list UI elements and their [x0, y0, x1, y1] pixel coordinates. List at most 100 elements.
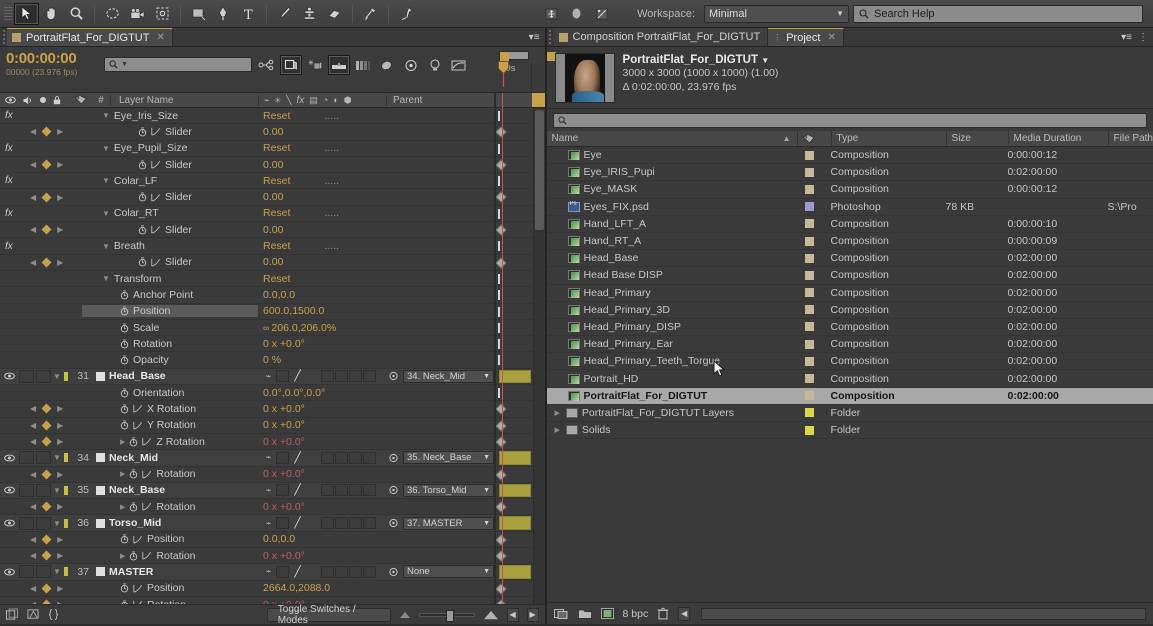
property-name[interactable]: Rotation: [82, 599, 258, 604]
twirl-icon[interactable]: ▶: [120, 552, 125, 560]
pen-tool-icon[interactable]: [211, 3, 236, 25]
timeline-tab-grip[interactable]: [0, 28, 7, 46]
prev-keyframe-icon[interactable]: ◀: [30, 470, 36, 479]
solo-toggle[interactable]: [36, 483, 51, 497]
keyframe-diamond-icon[interactable]: [41, 583, 52, 594]
layer-switch[interactable]: [276, 451, 289, 464]
keyframe-marker[interactable]: [495, 550, 507, 562]
label-color-swatch[interactable]: [804, 339, 814, 349]
graph-icon[interactable]: [142, 470, 152, 479]
timeline-search-input[interactable]: ▼: [104, 57, 252, 72]
quality-icon[interactable]: ╱: [290, 452, 305, 464]
parent-cell[interactable]: None ▼: [386, 565, 494, 579]
label-color-swatch[interactable]: [63, 567, 68, 577]
layer-switch[interactable]: [349, 484, 362, 497]
property-row[interactable]: fx ▼ Breath Reset.....: [0, 238, 494, 255]
property-name[interactable]: ▼ Eye_Pupil_Size: [82, 142, 258, 154]
solo-toggle[interactable]: [36, 369, 51, 383]
keyframe-marker[interactable]: [495, 582, 507, 595]
brush-panel-icon[interactable]: [589, 3, 614, 25]
stopwatch-icon[interactable]: [120, 534, 129, 544]
layer-switch[interactable]: [321, 484, 334, 497]
keyframe-marker[interactable]: [495, 191, 507, 204]
label-color-swatch[interactable]: [804, 408, 814, 418]
timeline-vertical-scrollbar[interactable]: [532, 108, 545, 604]
list-item[interactable]: Hand_LFT_A Composition 0:00:00:10: [546, 216, 1153, 233]
brainstorm-icon[interactable]: [424, 55, 446, 75]
keyframe-nav[interactable]: ◀▶: [26, 224, 82, 235]
property-name[interactable]: Slider: [82, 126, 258, 138]
av-switches[interactable]: ▼: [0, 564, 70, 579]
parent-dropdown[interactable]: 34. Neck_Mid ▼: [403, 369, 494, 383]
prev-keyframe-icon[interactable]: ◀: [30, 258, 36, 267]
label-color-swatch[interactable]: [804, 202, 814, 212]
property-name[interactable]: ▼ Colar_RT: [82, 207, 258, 219]
prev-keyframe-icon[interactable]: ◀: [30, 437, 36, 446]
property-name[interactable]: Anchor Point: [82, 289, 258, 301]
toolbar-grip[interactable]: [4, 4, 12, 24]
next-keyframe-icon[interactable]: ▶: [57, 127, 63, 136]
av-switches[interactable]: ▼: [0, 515, 70, 530]
layer-switch[interactable]: [276, 484, 289, 497]
effects-fx-icon[interactable]: fx: [0, 241, 26, 252]
layer-switch[interactable]: [335, 451, 348, 464]
delete-icon[interactable]: [657, 607, 669, 620]
graph-icon[interactable]: [151, 193, 161, 202]
next-keyframe-icon[interactable]: ▶: [57, 258, 63, 267]
keyframe-marker[interactable]: [495, 403, 507, 416]
layer-switch[interactable]: [276, 370, 289, 383]
av-switches[interactable]: ▼: [0, 369, 70, 384]
property-value[interactable]: 0.00: [258, 256, 386, 269]
layer-switch[interactable]: [349, 517, 362, 530]
twirl-icon[interactable]: ▶: [555, 426, 560, 434]
graph-icon[interactable]: [151, 225, 161, 234]
parent-dropdown[interactable]: None ▼: [403, 565, 494, 579]
solo-toggle[interactable]: [36, 451, 51, 465]
item-label-cell[interactable]: [797, 391, 831, 401]
label-color-swatch[interactable]: [804, 288, 814, 298]
property-value[interactable]: 0.00: [258, 125, 386, 138]
layer-name[interactable]: Neck_Base: [94, 484, 258, 496]
property-name[interactable]: ▼ Eye_Iris_Size: [82, 110, 258, 122]
keyframe-nav[interactable]: ◀▶: [26, 583, 82, 594]
keyframe-diamond-icon[interactable]: [41, 550, 52, 561]
parent-dropdown[interactable]: 36. Torso_Mid ▼: [403, 483, 494, 497]
twirl-icon[interactable]: ▼: [102, 176, 110, 185]
keyframe-diamond-icon[interactable]: [41, 257, 52, 268]
stopwatch-icon[interactable]: [129, 502, 138, 512]
keyframe-diamond-icon[interactable]: [41, 404, 52, 414]
item-label-cell[interactable]: [797, 167, 831, 177]
tab-project[interactable]: ⋮ Project ✕: [768, 28, 844, 46]
parent-cell[interactable]: 34. Neck_Mid ▼: [386, 369, 494, 383]
graph-icon[interactable]: [151, 258, 161, 267]
stopwatch-icon[interactable]: [120, 388, 129, 398]
graph-icon[interactable]: [151, 127, 161, 136]
hide-shy-layers-icon[interactable]: ✳: [304, 55, 326, 75]
keyframe-marker[interactable]: [495, 126, 507, 138]
keyframe-marker[interactable]: [495, 501, 507, 513]
keyframe-nav[interactable]: ◀▶: [26, 599, 82, 604]
roto-brush-tool-icon[interactable]: [358, 3, 383, 25]
property-name[interactable]: Position: [82, 305, 258, 318]
paint-swatch-icon[interactable]: [564, 3, 589, 25]
item-name-cell[interactable]: Head_Primary_3D: [547, 304, 797, 316]
property-value[interactable]: 0.0°,0.0°,0.0°: [258, 386, 386, 399]
parent-dropdown[interactable]: 37. MASTER ▼: [403, 516, 494, 530]
property-name[interactable]: Opacity: [82, 354, 258, 366]
property-row[interactable]: fx ▼ Eye_Iris_Size Reset.....: [0, 108, 494, 125]
property-value[interactable]: Reset: [258, 272, 386, 285]
label-color-swatch[interactable]: [63, 485, 68, 495]
property-value[interactable]: 0 x +0.0°: [258, 337, 386, 350]
column-label[interactable]: [796, 131, 831, 146]
twirl-icon[interactable]: ▼: [102, 274, 110, 283]
work-area-bar[interactable]: [499, 51, 556, 61]
next-frame-button[interactable]: ▶: [526, 607, 539, 622]
table-row[interactable]: ▼ 31 Head_Base ⌁ ╱ 34. Neck_Mid ▼: [0, 368, 494, 386]
property-row[interactable]: ◀ ▶ Slider 0.00: [0, 156, 494, 174]
keyframe-diamond-icon[interactable]: [41, 469, 52, 480]
keyframe-diamond-icon[interactable]: [41, 159, 52, 170]
item-name-cell[interactable]: Head_Base: [547, 252, 797, 264]
property-value[interactable]: Reset.....: [258, 142, 386, 155]
layer-switch[interactable]: [363, 370, 376, 383]
shy-icon[interactable]: ⌁: [262, 518, 275, 529]
